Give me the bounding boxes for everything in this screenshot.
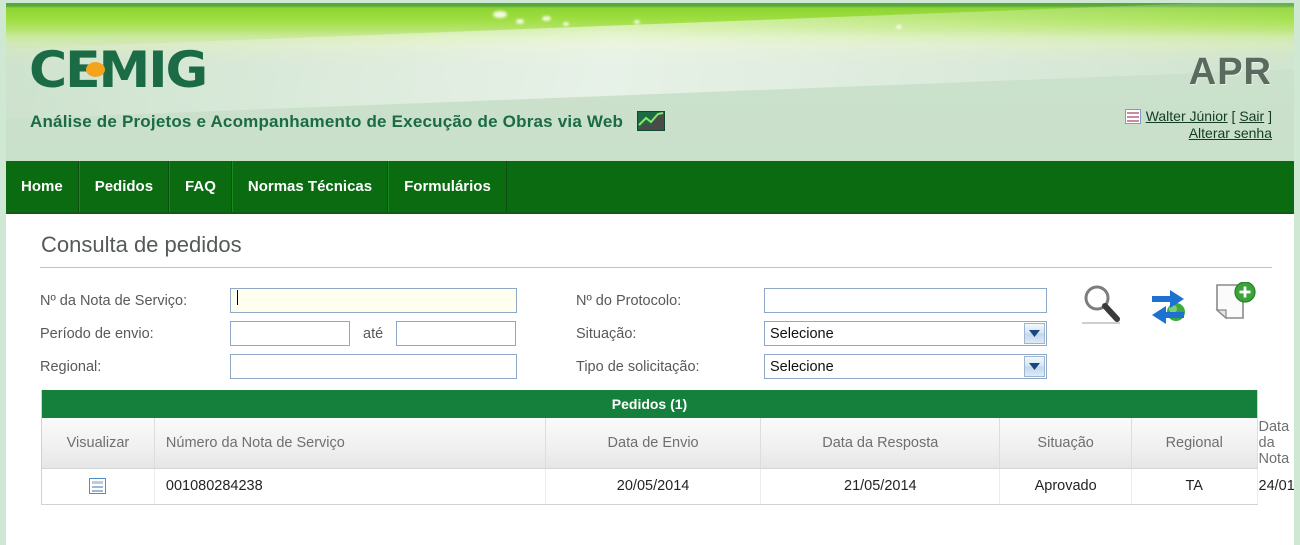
field-row-regional: Regional: xyxy=(40,350,545,383)
text-caret xyxy=(237,290,238,305)
tipo-solicitacao-select[interactable]: Selecione xyxy=(764,354,1047,379)
view-grid-icon[interactable] xyxy=(89,478,107,495)
search-form-left-column: Nº da Nota de Serviço: Período de envio:… xyxy=(40,284,545,383)
logout-bracket-open: [ xyxy=(1231,108,1236,124)
refresh-arrows-icon[interactable] xyxy=(1146,282,1190,326)
regional-label: Regional: xyxy=(40,358,102,375)
cemig-logo[interactable]: CEMIG xyxy=(29,45,208,95)
column-header-visualizar[interactable]: Visualizar xyxy=(42,418,155,469)
field-row-situacao: Situação: Selecione xyxy=(576,317,1076,350)
regional-input[interactable] xyxy=(230,354,517,379)
nav-label: Normas Técnicas xyxy=(247,178,373,195)
header-speck xyxy=(516,19,524,24)
user-grid-icon xyxy=(1124,109,1141,124)
app-abbreviation: APR xyxy=(1188,51,1272,93)
cell-data-envio: 20/05/2014 xyxy=(545,468,762,504)
column-header-regional[interactable]: Regional xyxy=(1131,418,1258,469)
app-window: CEMIG Análise de Projetos e Acompanhamen… xyxy=(0,0,1300,545)
chevron-down-icon[interactable] xyxy=(1024,323,1045,344)
periodo-ate-label: até xyxy=(363,325,384,342)
chevron-down-icon[interactable] xyxy=(1024,356,1045,377)
cell-regional: TA xyxy=(1131,468,1258,504)
page-title: Consulta de pedidos xyxy=(41,232,242,257)
nav-item-home[interactable]: Home xyxy=(6,161,79,212)
user-bar: Walter Júnior [ Sair ] Alterar senha xyxy=(1124,108,1272,141)
nav-item-pedidos[interactable]: Pedidos xyxy=(78,161,170,212)
form-action-buttons xyxy=(1080,281,1256,328)
results-banner: Pedidos (1) xyxy=(42,390,1257,418)
user-bar-line1: Walter Júnior [ Sair ] xyxy=(1124,108,1272,124)
nav-label: FAQ xyxy=(185,178,216,195)
header-speck xyxy=(634,20,640,24)
results-table: Pedidos (1) Visualizar Número da Nota de… xyxy=(41,390,1294,505)
header-speck xyxy=(493,11,507,18)
tipo-solicitacao-label: Tipo de solicitação: xyxy=(576,358,700,375)
column-header-data-envio[interactable]: Data de Envio xyxy=(545,418,762,469)
nav-label: Formulários xyxy=(404,178,491,195)
header-subtitle-row: Análise de Projetos e Acompanhamento de … xyxy=(30,111,666,132)
search-form-right-column: Nº do Protocolo: Situação: Selecione Tip… xyxy=(576,284,1076,383)
field-row-nota-servico: Nº da Nota de Serviço: xyxy=(40,284,545,317)
nav-item-normas-tecnicas[interactable]: Normas Técnicas xyxy=(231,161,389,212)
situacao-selected-value: Selecione xyxy=(770,325,834,342)
header-speck xyxy=(542,16,551,21)
nav-label: Home xyxy=(21,178,63,195)
logout-bracket-close: ] xyxy=(1268,108,1272,124)
chart-badge-icon xyxy=(637,111,666,131)
column-header-situacao[interactable]: Situação xyxy=(999,418,1132,469)
nav-item-faq[interactable]: FAQ xyxy=(169,161,232,212)
cemig-logo-text: CEMIG xyxy=(29,41,208,99)
nav-label: Pedidos xyxy=(94,178,154,195)
cell-numero-nota: 001080284238 xyxy=(154,468,546,504)
field-row-protocolo: Nº do Protocolo: xyxy=(576,284,1076,317)
periodo-envio-ate-input[interactable] xyxy=(396,321,517,346)
field-row-tipo-solicitacao: Tipo de solicitação: Selecione xyxy=(576,350,1076,383)
header-speck xyxy=(563,22,569,26)
change-password-link[interactable]: Alterar senha xyxy=(1189,125,1272,141)
header-speck xyxy=(896,25,902,29)
nota-servico-label: Nº da Nota de Serviço: xyxy=(40,292,188,309)
cemig-logo-dot-icon xyxy=(86,62,105,77)
new-document-plus-icon[interactable] xyxy=(1212,281,1256,328)
field-row-periodo-envio: Período de envio: até xyxy=(40,317,545,350)
periodo-envio-label: Período de envio: xyxy=(40,325,154,342)
periodo-envio-de-input[interactable] xyxy=(230,321,350,346)
column-header-numero-nota[interactable]: Número da Nota de Serviço xyxy=(154,418,546,469)
protocolo-label: Nº do Protocolo: xyxy=(576,292,682,309)
column-header-data-resposta[interactable]: Data da Resposta xyxy=(760,418,1001,469)
nav-filler xyxy=(507,161,1294,212)
situacao-label: Situação: xyxy=(576,325,637,342)
cell-situacao: Aprovado xyxy=(999,468,1132,504)
user-name-link[interactable]: Walter Júnior xyxy=(1146,108,1228,124)
page-header: CEMIG Análise de Projetos e Acompanhamen… xyxy=(6,3,1294,161)
table-header-row: Visualizar Número da Nota de Serviço Dat… xyxy=(42,418,1289,469)
header-subtitle: Análise de Projetos e Acompanhamento de … xyxy=(30,112,624,131)
search-form: Nº da Nota de Serviço: Período de envio:… xyxy=(24,268,1276,380)
situacao-select[interactable]: Selecione xyxy=(764,321,1047,346)
nav-item-formularios[interactable]: Formulários xyxy=(388,161,507,212)
table-row[interactable]: 001080284238 20/05/2014 21/05/2014 Aprov… xyxy=(42,468,1294,504)
tipo-solicitacao-selected-value: Selecione xyxy=(770,358,834,375)
nota-servico-input[interactable] xyxy=(230,288,517,313)
cell-visualizar xyxy=(42,468,155,504)
magnifier-search-icon[interactable] xyxy=(1080,282,1124,326)
cell-data-resposta: 21/05/2014 xyxy=(760,468,1001,504)
protocolo-input[interactable] xyxy=(764,288,1047,313)
user-bar-line2: Alterar senha xyxy=(1125,125,1272,141)
page-content: Consulta de pedidos Nº da Nota de Serviç… xyxy=(6,214,1294,505)
main-navigation: Home Pedidos FAQ Normas Técnicas Formulá… xyxy=(6,161,1294,214)
logout-link[interactable]: Sair xyxy=(1239,108,1264,124)
